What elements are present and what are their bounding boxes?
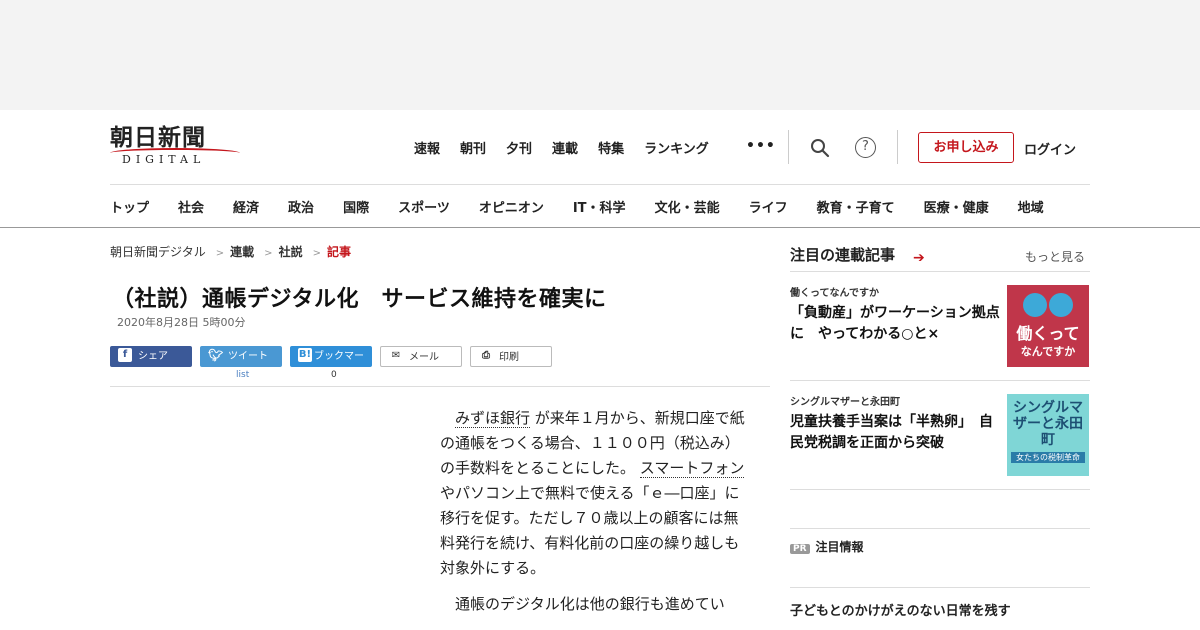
thumb-subtitle: 女たちの税制革命 [1011, 452, 1085, 463]
header-rule [110, 184, 1090, 185]
divider [788, 130, 789, 164]
arrow-right-icon: ➔ [913, 250, 925, 266]
sidebar-more-link[interactable]: もっと見る [1025, 248, 1085, 265]
hatena-icon: B! [298, 348, 312, 362]
cat-culture[interactable]: 文化・芸能 [655, 197, 720, 216]
article-date: 2020年8月28日 5時00分 [117, 316, 246, 329]
breadcrumb-current: 記事 [326, 245, 351, 259]
sidebar-rule [790, 380, 1090, 381]
breadcrumb-sep: > [312, 248, 321, 259]
paragraph-text: やパソコン上で無料で使える「ｅ―口座」に移行を促す。ただし７０歳以上の顧客には無… [440, 484, 740, 577]
mizuho-link[interactable]: みずほ銀行 [455, 409, 531, 428]
promo-title[interactable]: 子どもとのかけがえのない日常を残す [790, 600, 1011, 619]
cat-education[interactable]: 教育・子育て [817, 197, 895, 216]
help-icon[interactable]: ? [855, 137, 876, 158]
series-title: 児童扶養手当案は「半熟卵」 自民党税調を正面から突破 [790, 414, 993, 451]
article-paragraph: みずほ銀行 が来年１月から、新規口座で紙の通帳をつくる場合、１１００円（税込み）… [440, 406, 750, 581]
login-link[interactable]: ログイン [1024, 139, 1076, 158]
smartphone-link[interactable]: スマートフォン [639, 459, 745, 478]
cat-sports[interactable]: スポーツ [398, 197, 450, 216]
facebook-share-label: シェア [138, 351, 168, 362]
twitter-share-button[interactable]: 🐦︎ ツイート [200, 346, 282, 367]
facebook-icon: f [118, 348, 132, 362]
cat-seiji[interactable]: 政治 [288, 197, 314, 216]
ad-area [0, 0, 1200, 110]
cat-opinion[interactable]: オピニオン [479, 197, 544, 216]
series-thumbnail[interactable]: 働くって なんですか [1007, 285, 1089, 367]
nav-yukan[interactable]: 夕刊 [506, 138, 532, 157]
hatena-bookmark-button[interactable]: B! ブックマーク [290, 346, 372, 383]
top-nav: 速報 朝刊 夕刊 連載 特集 ランキング [414, 138, 729, 157]
series-title: 「負動産」がワーケーション拠点に やってわかる○と× [790, 305, 1000, 342]
cat-top[interactable]: トップ [110, 197, 149, 216]
more-menu-icon[interactable]: ••• [746, 138, 776, 154]
series-tag: シングルマザーと永田町 [790, 397, 900, 408]
sidebar-rule [790, 528, 1090, 529]
sidebar-heading[interactable]: 注目の連載記事 [790, 244, 895, 265]
mail-icon: ✉ [391, 350, 401, 361]
breadcrumb-home[interactable]: 朝日新聞デジタル [110, 245, 206, 259]
hatena-count: 0 [331, 370, 337, 380]
article-body: みずほ銀行 が来年１月から、新規口座で紙の通帳をつくる場合、１１００円（税込み）… [440, 406, 750, 628]
cat-keizai[interactable]: 経済 [233, 197, 259, 216]
sidebar-item[interactable]: 働くってなんですか 「負動産」がワーケーション拠点に やってわかる○と× [790, 284, 1000, 345]
sidebar-item[interactable]: シングルマザーと永田町 児童扶養手当案は「半熟卵」 自民党税調を正面から突破 [790, 393, 1000, 454]
breadcrumb: 朝日新聞デジタル > 連載 > 社説 > 記事 [110, 243, 355, 260]
nav-choukan[interactable]: 朝刊 [460, 138, 486, 157]
breadcrumb-shasetsu[interactable]: 社説 [279, 245, 303, 259]
series-tag: 働くってなんですか [790, 288, 879, 299]
print-label: 印刷 [499, 352, 519, 363]
sidebar-rule [790, 587, 1090, 588]
breadcrumb-sep: > [215, 248, 225, 259]
illustration-icon [1023, 293, 1073, 317]
article-divider [110, 386, 770, 387]
sidebar-rule [790, 271, 1090, 272]
nav-rensai[interactable]: 連載 [552, 138, 578, 157]
thumb-title: 働くって [1016, 324, 1080, 343]
cat-life[interactable]: ライフ [749, 197, 788, 216]
thumb-subtitle: なんですか [1020, 345, 1076, 358]
pr-badge: PR [790, 544, 810, 554]
nav-ranking[interactable]: ランキング [644, 138, 709, 157]
thumb-title: シングルマザーと永田町 [1013, 400, 1083, 448]
apply-button[interactable]: お申し込み [918, 132, 1014, 163]
article-paragraph: 通帳のデジタル化は他の銀行も進めてい [455, 595, 725, 613]
logo-digital: DIGITAL [122, 153, 206, 166]
article-title: （社説）通帳デジタル化 サービス維持を確実に [112, 287, 607, 312]
sidebar-rule [790, 489, 1090, 490]
print-button[interactable]: ⎙ 印刷 [470, 346, 552, 367]
cat-shakai[interactable]: 社会 [178, 197, 204, 216]
twitter-count[interactable]: list [236, 370, 249, 380]
print-icon: ⎙ [482, 350, 490, 361]
category-nav: トップ 社会 経済 政治 国際 スポーツ オピニオン IT・科学 文化・芸能 ラ… [110, 197, 1044, 216]
nav-sokuho[interactable]: 速報 [414, 138, 440, 157]
pr-section: PR 注目情報 [790, 538, 864, 555]
twitter-share-label: ツイート [228, 351, 268, 362]
mail-label: メール [409, 352, 439, 363]
cat-it-science[interactable]: IT・科学 [573, 197, 626, 216]
cat-health[interactable]: 医療・健康 [924, 197, 989, 216]
cat-kokusai[interactable]: 国際 [343, 197, 369, 216]
breadcrumb-sep: > [264, 248, 273, 259]
search-icon[interactable] [810, 138, 830, 158]
twitter-bird-icon: 🐦︎ [208, 348, 224, 362]
pr-label: 注目情報 [815, 540, 864, 554]
facebook-share-button[interactable]: f シェア [110, 346, 192, 367]
nav-tokushu[interactable]: 特集 [598, 138, 624, 157]
divider [897, 130, 898, 164]
breadcrumb-rensai[interactable]: 連載 [230, 245, 254, 259]
series-thumbnail[interactable]: シングルマザーと永田町 女たちの税制革命 [1007, 394, 1089, 476]
mail-share-button[interactable]: ✉ メール [380, 346, 462, 367]
site-header: 朝日新聞 DIGITAL 速報 朝刊 夕刊 連載 特集 ランキング ••• ? … [0, 110, 1200, 228]
cat-local[interactable]: 地域 [1018, 197, 1044, 216]
site-logo[interactable]: 朝日新聞 DIGITAL [110, 124, 242, 170]
